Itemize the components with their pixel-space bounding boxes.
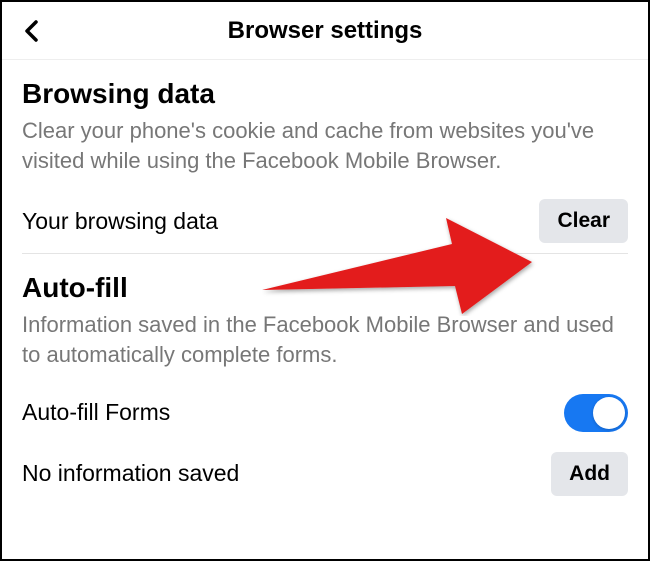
browsing-data-section: Browsing data Clear your phone's cookie … xyxy=(2,60,648,175)
browsing-data-description: Clear your phone's cookie and cache from… xyxy=(22,116,628,175)
autofill-description: Information saved in the Facebook Mobile… xyxy=(22,310,628,369)
your-browsing-data-row: Your browsing data Clear xyxy=(2,189,648,253)
page-title: Browser settings xyxy=(20,17,630,45)
autofill-forms-toggle[interactable] xyxy=(564,394,628,432)
autofill-forms-row: Auto-fill Forms xyxy=(2,384,648,442)
toggle-knob xyxy=(593,397,625,429)
clear-button[interactable]: Clear xyxy=(539,199,628,243)
no-information-saved-row: No information saved Add xyxy=(2,442,648,506)
autofill-section: Auto-fill Information saved in the Faceb… xyxy=(2,254,648,369)
browsing-data-heading: Browsing data xyxy=(22,78,628,110)
autofill-forms-label: Auto-fill Forms xyxy=(22,399,170,426)
header: Browser settings xyxy=(2,2,648,60)
autofill-heading: Auto-fill xyxy=(22,272,628,304)
add-button[interactable]: Add xyxy=(551,452,628,496)
no-information-saved-label: No information saved xyxy=(22,460,239,487)
your-browsing-data-label: Your browsing data xyxy=(22,208,218,235)
